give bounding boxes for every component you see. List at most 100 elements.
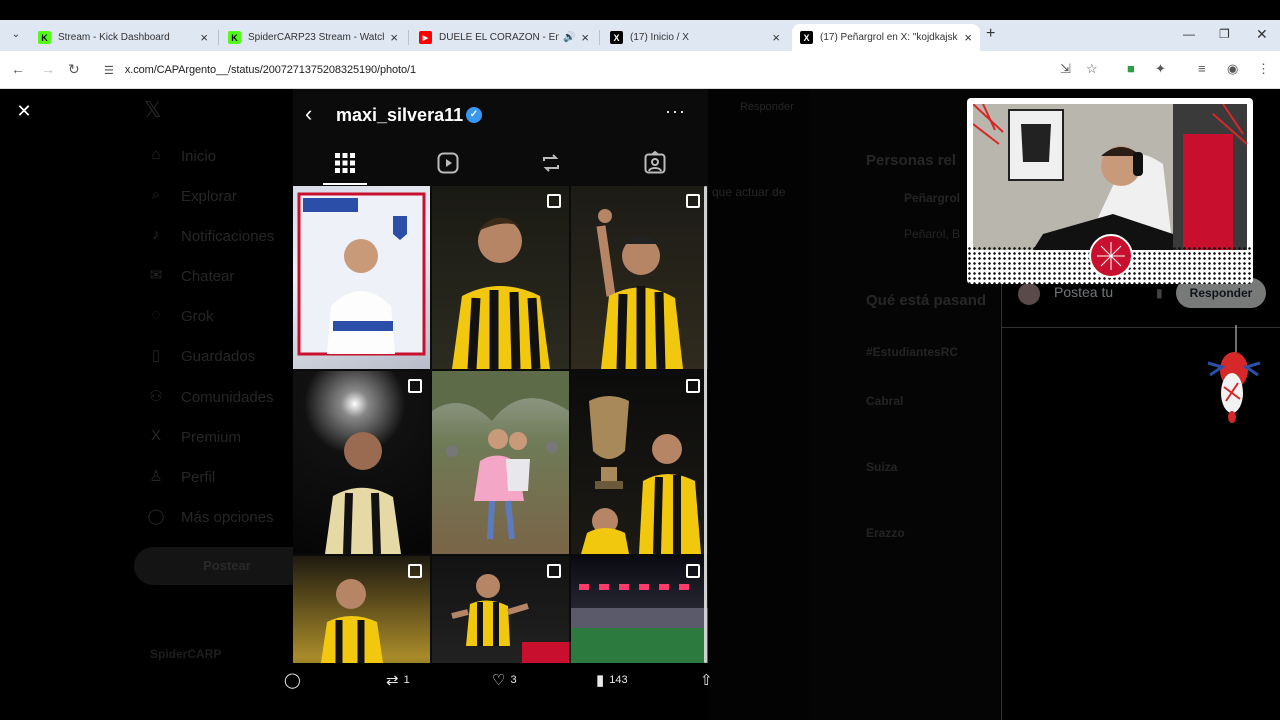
carousel-icon [408,379,422,393]
url-text: x.com/CAPArgento__/status/20072713752083… [124,64,416,76]
close-icon[interactable]: × [772,30,780,45]
tab-youtube[interactable]: ▶ DUELE EL CORAZON - Enric 🔊 × [411,24,597,51]
site-info-icon[interactable]: ☰ [104,64,114,77]
instagram-photo[interactable]: ‹ maxi_silvera11 ✓ ··· [293,89,708,663]
more-circle-icon: ◯ [147,508,165,525]
ig-post-thumbnail [432,556,569,663]
tab-separator [218,30,219,45]
close-icon[interactable]: × [390,30,398,45]
forward-icon[interactable]: → [41,61,55,77]
tagged-icon [644,151,666,174]
mail-icon: ✉ [149,267,163,284]
nav-item-comunidades[interactable]: ⚇ Comunidades [146,387,274,407]
repost-count: 1 [403,674,410,686]
ig-post-thumbnail [293,556,430,663]
ig-post-thumbnail [293,186,430,369]
tab-title: (17) Inicio / X [630,32,689,43]
bookmark-star-icon[interactable]: ☆ [1086,61,1098,77]
share-action[interactable]: ⇧ [700,671,718,689]
close-icon[interactable]: × [964,30,972,45]
nav-item-guardados[interactable]: ▯ Guardados [146,346,255,366]
heart-icon: ♡ [492,672,506,689]
x-mid-text: Responder [740,101,794,113]
account-name[interactable]: Peñargrol [904,191,960,205]
home-icon: ⌂ [151,146,161,163]
active-tab-indicator [323,183,367,185]
minimize-icon[interactable]: — [1183,27,1195,41]
close-viewer-icon[interactable]: ✕ [14,101,34,121]
repost-icon: ⇄ [386,672,399,689]
speaker-icon[interactable]: 🔊 [563,32,575,43]
reply-action[interactable]: ◯ [284,671,306,689]
like-action[interactable]: ♡ 3 [492,671,517,689]
reload-icon[interactable]: ↻ [68,61,80,78]
extensions-icon[interactable]: ✦ [1155,61,1166,77]
x-logo-icon[interactable]: 𝕏 [144,97,162,123]
nav-label: Perfil [181,468,216,486]
carousel-icon [686,194,700,208]
nav-item-explorar[interactable]: ⌕ Explorar [146,186,237,206]
nav-label: Chatear [181,267,235,285]
tab-spidercarp-stream[interactable]: K SpiderCARP23 Stream - Watch × [220,24,406,51]
views-bar-icon: ▮ [596,672,605,689]
profile-icon[interactable]: ◉ [1227,61,1238,77]
profile-name[interactable]: SpiderCARP [150,647,221,661]
communities-icon: ⚇ [149,388,163,405]
nav-item-perfil[interactable]: ♙ Perfil [146,467,215,487]
new-tab-button[interactable]: + [986,25,995,43]
grid-icon [335,153,355,173]
nav-item-chatear[interactable]: ✉ Chatear [146,266,235,286]
kick-icon: K [38,31,51,44]
personas-heading: Personas rel [866,152,957,169]
account-name-2[interactable]: Peñarol, B [904,227,960,241]
x-mid-text-2: que actuar de [712,185,786,199]
tab-separator [408,30,409,45]
tab-x-inicio[interactable]: X (17) Inicio / X × [602,24,788,51]
carousel-icon [408,564,422,578]
close-icon[interactable]: × [581,30,589,45]
restore-icon[interactable]: ❐ [1219,27,1230,41]
reels-icon [437,152,459,174]
spider-logo-icon [1089,234,1133,278]
repost-action[interactable]: ⇄ 1 [386,671,410,689]
install-app-icon[interactable]: ⇲ [1060,61,1071,77]
tab-search-icon[interactable]: ⌄ [6,25,26,45]
ig-post-thumbnail [571,371,708,554]
trend-item[interactable]: Suiza [866,460,897,474]
nav-item-mas-opciones[interactable]: ◯ Más opciones [146,507,274,527]
tab-bar: ⌄ K Stream - Kick Dashboard × K SpiderCA… [0,20,1280,51]
tab-x-penargrol[interactable]: X (17) Peñargrol en X: "kojdkajsk × [792,24,980,51]
trend-item[interactable]: Erazzo [866,526,905,540]
tweet-actions: ◯ ⇄ 1 ♡ 3 ▮ 143 ⇧ [280,668,720,698]
ig-scrollbar [704,186,707,663]
image-icon[interactable]: ▮ [1156,286,1163,300]
back-icon[interactable]: ← [11,61,25,77]
carousel-icon [547,194,561,208]
nav-item-grok[interactable]: ◌ Grok [146,306,214,326]
x-middle-strip [708,89,810,720]
trend-item[interactable]: Cabral [866,394,903,408]
nav-item-inicio[interactable]: ⌂ Inicio [146,146,216,166]
close-window-icon[interactable]: ✕ [1256,26,1268,43]
trend-item[interactable]: #EstudiantesRC [866,345,958,359]
nav-label: Comunidades [181,388,274,406]
address-bar[interactable]: ☰ x.com/CAPArgento__/status/200727137520… [96,58,1036,82]
nav-item-notificaciones[interactable]: ♪ Notificaciones [146,226,274,246]
views-action[interactable]: ▮ 143 [596,671,628,689]
share-icon: ⇧ [700,672,713,689]
close-icon[interactable]: × [200,30,208,45]
nav-label: Notificaciones [181,227,275,245]
tab-kick-dashboard[interactable]: K Stream - Kick Dashboard × [30,24,216,51]
comment-icon: ◯ [284,672,301,689]
x-icon: X [610,31,623,44]
carousel-icon [686,564,700,578]
user-icon: ♙ [149,468,163,485]
nav-item-premium[interactable]: X Premium [146,427,241,447]
webcam-feed [973,104,1247,250]
chrome-menu-icon[interactable]: ⋮ [1257,61,1270,77]
reply-input[interactable]: Postea tu [1054,284,1113,300]
top-strip [0,0,1280,20]
media-control-icon[interactable]: ≡ [1198,61,1206,76]
extension-recorder-icon[interactable]: ■ [1127,61,1135,76]
ig-post-thumbnail [571,186,708,369]
